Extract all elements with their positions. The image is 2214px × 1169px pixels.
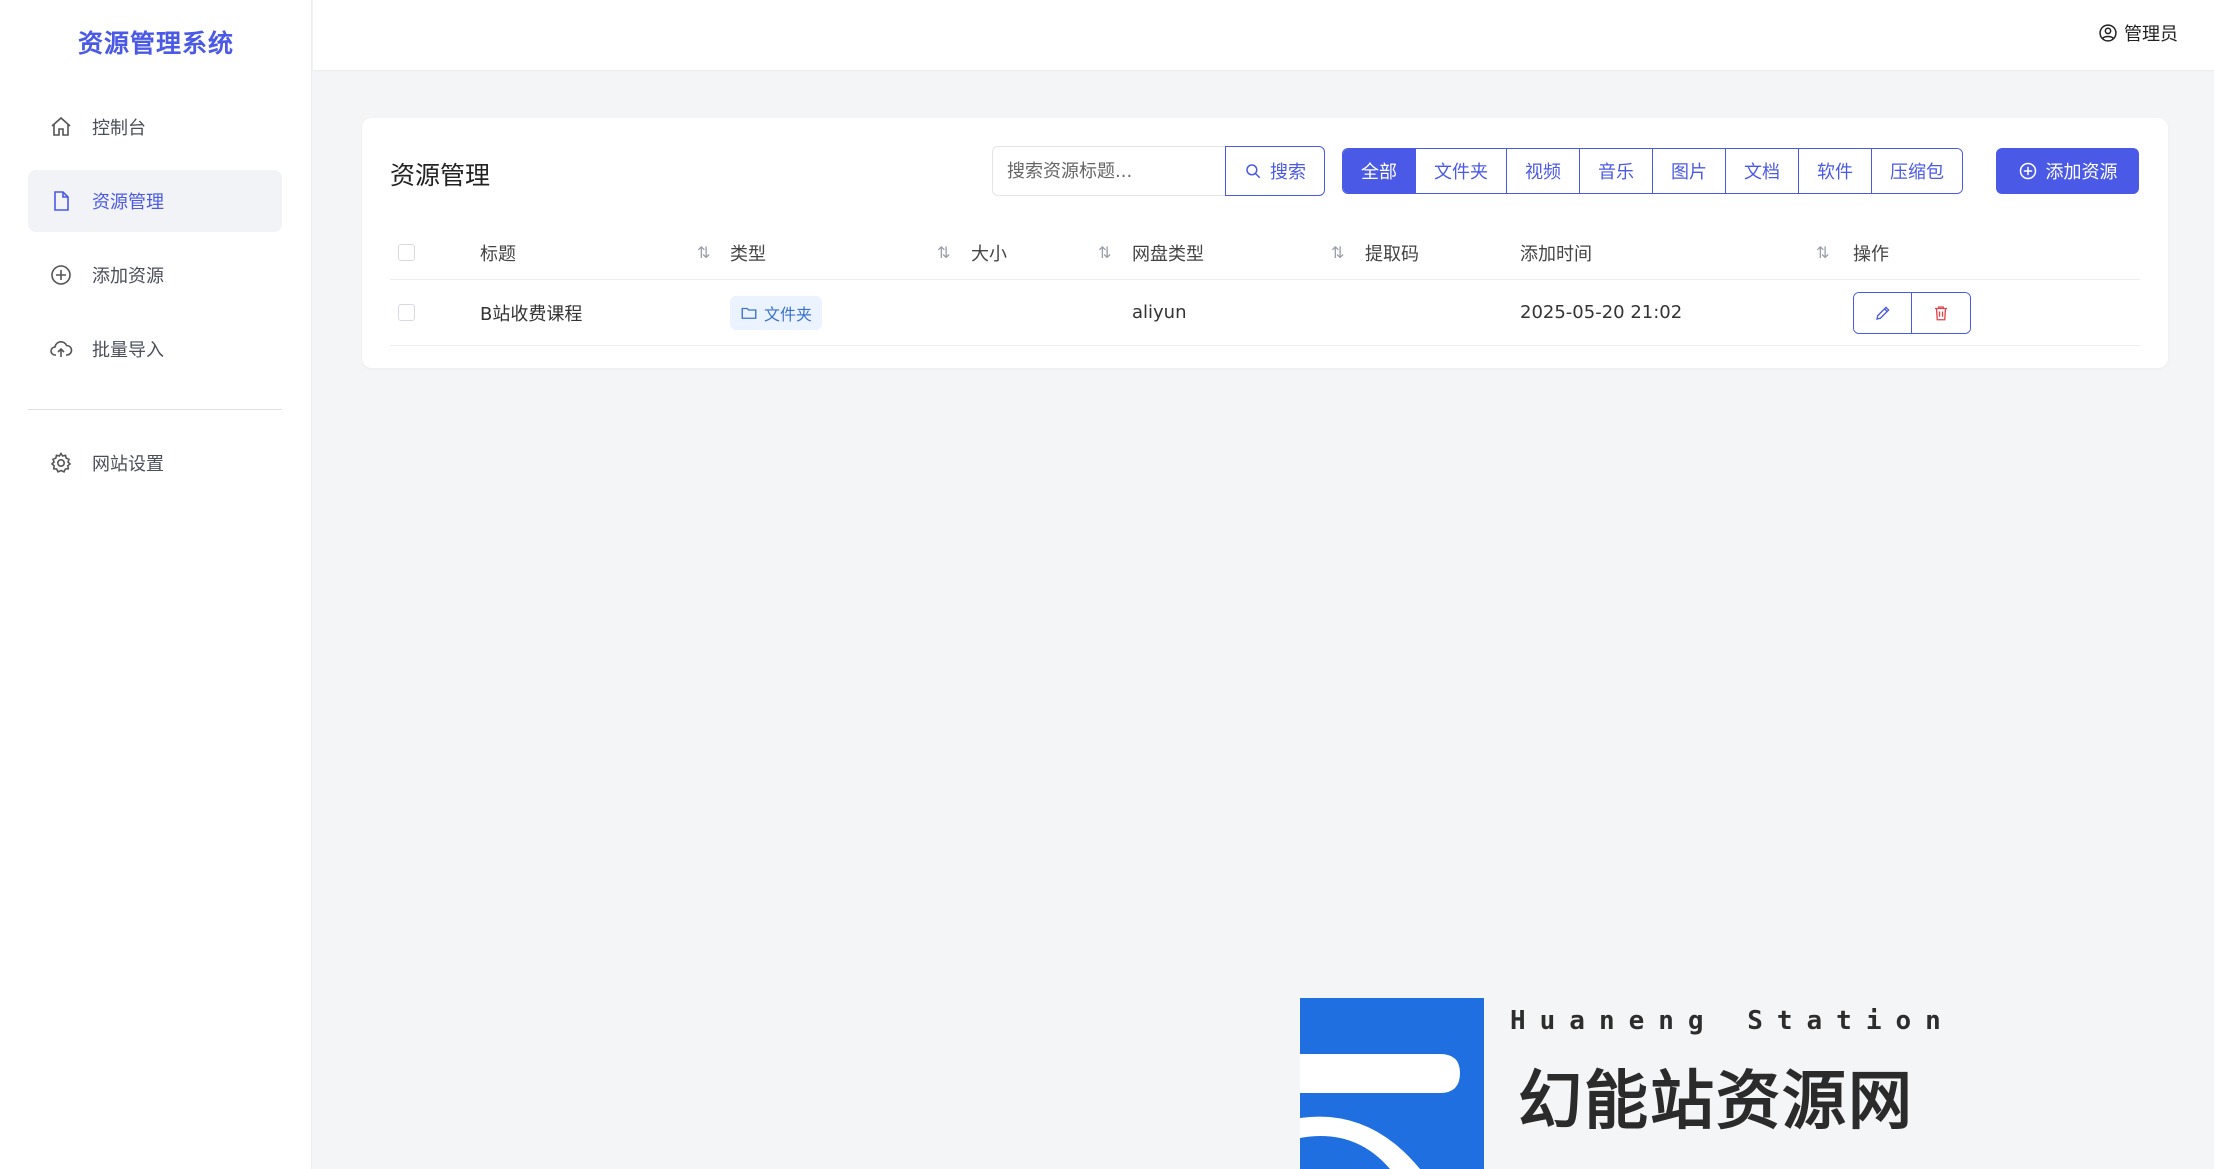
table-row: B站收费课程 文件夹 aliyun 2025-05-20 21:02 [390, 280, 2140, 346]
filter-video[interactable]: 视频 [1507, 149, 1580, 193]
edit-button[interactable] [1854, 292, 1912, 333]
sort-icon[interactable]: ⇅ [1331, 226, 1344, 279]
logo-mark [1300, 998, 1484, 1169]
type-tag: 文件夹 [730, 295, 823, 330]
type-filter-group: 全部 文件夹 视频 音乐 图片 文档 软件 压缩包 [1342, 148, 1963, 194]
sidebar-item-dashboard[interactable]: 控制台 [28, 96, 282, 158]
row-type-cell: 文件夹 [730, 280, 823, 345]
cloud-upload-icon [48, 336, 74, 362]
sidebar-item-add-resource[interactable]: 添加资源 [28, 244, 282, 306]
trash-icon [1935, 305, 1947, 320]
plus-circle-icon [2019, 162, 2036, 180]
search-icon [1246, 164, 1261, 179]
resource-card: 资源管理 搜索 全部 文件夹 视频 音乐 图片 文档 软件 压缩包 添加资源 [362, 118, 2168, 368]
folder-icon [741, 307, 757, 319]
sidebar-item-site-settings[interactable]: 网站设置 [28, 432, 282, 494]
plus-circle-icon [48, 262, 74, 288]
filter-music[interactable]: 音乐 [1580, 149, 1653, 193]
row-select-cell [398, 280, 415, 345]
sort-icon[interactable]: ⇅ [1098, 226, 1111, 279]
sidebar-item-resources[interactable]: 资源管理 [28, 170, 282, 232]
column-extract-code[interactable]: 提取码 [1365, 226, 1419, 279]
sidebar-item-label: 控制台 [92, 118, 146, 139]
sort-icon[interactable]: ⇅ [1816, 226, 1829, 279]
gear-icon [48, 450, 74, 476]
add-resource-button[interactable]: 添加资源 [1996, 148, 2139, 194]
sidebar-divider [28, 409, 282, 410]
filter-document[interactable]: 文档 [1726, 149, 1799, 193]
resource-table: 标题 ⇅ 类型 ⇅ 大小 ⇅ 网盘类型 ⇅ 提取码 添加时间 ⇅ 操作 B站收费… [390, 226, 2140, 346]
brand-title: 资源管理系统 [77, 29, 234, 58]
delete-button[interactable] [1912, 292, 1970, 333]
row-title: B站收费课程 [480, 303, 583, 325]
filter-software[interactable]: 软件 [1799, 149, 1872, 193]
add-resource-label: 添加资源 [2045, 162, 2118, 183]
watermark-logo: Huaneng Station 幻能站资源网 [1300, 998, 2020, 1169]
search-button-label: 搜索 [1270, 162, 1306, 183]
logo-name: 幻能站资源网 [1518, 1065, 1914, 1139]
column-added-time[interactable]: 添加时间 [1520, 226, 1592, 279]
logo-caption: Huaneng Station [1510, 1006, 1955, 1036]
sidebar-item-label: 批量导入 [92, 340, 164, 361]
sidebar-item-label: 网站设置 [92, 454, 164, 475]
sidebar: 资源管理系统 控制台 资源管理 添加资源 批量导入 网站设置 [0, 0, 312, 1169]
type-tag-label: 文件夹 [764, 304, 813, 324]
file-icon [48, 188, 74, 214]
user-circle-icon [2099, 24, 2117, 42]
sort-icon[interactable]: ⇅ [937, 226, 950, 279]
user-menu[interactable]: 管理员 [2098, 20, 2178, 46]
sort-icon[interactable]: ⇅ [697, 226, 710, 279]
table-header: 标题 ⇅ 类型 ⇅ 大小 ⇅ 网盘类型 ⇅ 提取码 添加时间 ⇅ 操作 [390, 226, 2140, 280]
sidebar-item-batch-import[interactable]: 批量导入 [28, 318, 282, 380]
column-actions: 操作 [1853, 243, 1889, 265]
column-title[interactable]: 标题 [480, 226, 516, 279]
filter-all[interactable]: 全部 [1343, 149, 1416, 193]
row-added-time: 2025-05-20 21:02 [1520, 302, 1683, 323]
user-name: 管理员 [2124, 24, 2178, 45]
page-title: 资源管理 [390, 161, 491, 190]
row-disk-type: aliyun [1132, 302, 1187, 323]
sidebar-item-label: 资源管理 [92, 192, 164, 213]
home-icon [48, 114, 74, 140]
filter-image[interactable]: 图片 [1653, 149, 1726, 193]
app: 资源管理系统 控制台 资源管理 添加资源 批量导入 网站设置 管理员 资源管理 … [0, 0, 2214, 1169]
search-box: 搜索 [992, 146, 1325, 196]
sidebar-item-label: 添加资源 [92, 266, 164, 287]
pencil-icon [1875, 305, 1890, 320]
select-all-cell [398, 226, 415, 279]
filter-folder[interactable]: 文件夹 [1416, 149, 1507, 193]
search-input[interactable] [992, 146, 1225, 196]
topbar: 管理员 [313, 0, 2214, 70]
search-button[interactable]: 搜索 [1225, 146, 1325, 196]
select-all-checkbox[interactable] [398, 244, 415, 261]
column-type[interactable]: 类型 [730, 226, 766, 279]
column-disk-type[interactable]: 网盘类型 [1132, 226, 1204, 279]
row-actions [1853, 280, 1971, 345]
row-action-group [1853, 291, 1971, 334]
row-checkbox[interactable] [398, 304, 415, 321]
filter-archive[interactable]: 压缩包 [1872, 149, 1962, 193]
column-size[interactable]: 大小 [971, 226, 1007, 279]
